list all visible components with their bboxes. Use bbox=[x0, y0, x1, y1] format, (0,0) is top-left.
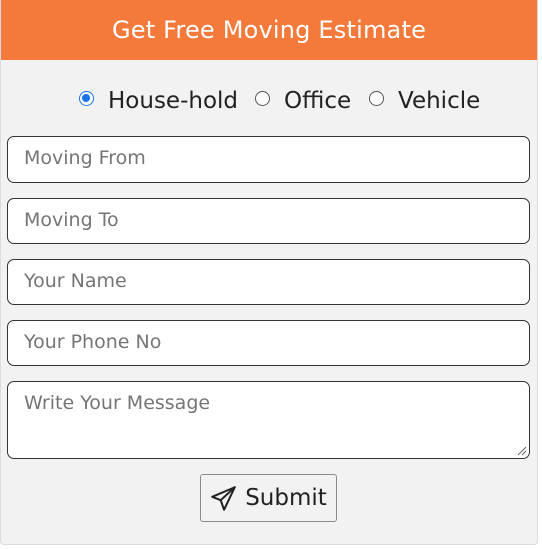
radio-office[interactable] bbox=[255, 90, 270, 106]
submit-label: Submit bbox=[245, 485, 327, 511]
moving-to-placeholder: Moving To bbox=[24, 209, 119, 231]
radio-label-vehicle: Vehicle bbox=[398, 88, 481, 114]
moving-to-input[interactable]: Moving To bbox=[7, 198, 530, 244]
phone-placeholder: Your Phone No bbox=[24, 331, 162, 353]
message-textarea[interactable]: Write Your Message bbox=[7, 381, 530, 459]
form-title: Get Free Moving Estimate bbox=[111, 16, 427, 44]
moving-from-input[interactable]: Moving From bbox=[7, 136, 530, 183]
message-placeholder: Write Your Message bbox=[24, 392, 211, 414]
name-placeholder: Your Name bbox=[24, 270, 127, 292]
submit-button[interactable]: Submit bbox=[200, 474, 337, 522]
estimate-form-card: Get Free Moving Estimate House-hold Offi… bbox=[0, 0, 538, 545]
move-type-radio-group: House-hold Office Vehicle bbox=[1, 84, 539, 118]
paper-plane-icon bbox=[210, 485, 237, 512]
radio-vehicle[interactable] bbox=[369, 90, 384, 106]
resize-handle-icon[interactable] bbox=[515, 444, 527, 456]
radio-label-household: House-hold bbox=[108, 88, 239, 114]
name-input[interactable]: Your Name bbox=[7, 259, 530, 305]
moving-from-placeholder: Moving From bbox=[24, 147, 146, 169]
form-header: Get Free Moving Estimate bbox=[1, 0, 537, 60]
radio-option-office[interactable]: Office bbox=[255, 84, 351, 118]
radio-option-vehicle[interactable]: Vehicle bbox=[369, 84, 480, 118]
phone-input[interactable]: Your Phone No bbox=[7, 320, 530, 366]
radio-label-office: Office bbox=[284, 88, 352, 114]
radio-household[interactable] bbox=[79, 90, 94, 106]
radio-option-household[interactable]: House-hold bbox=[79, 84, 238, 118]
